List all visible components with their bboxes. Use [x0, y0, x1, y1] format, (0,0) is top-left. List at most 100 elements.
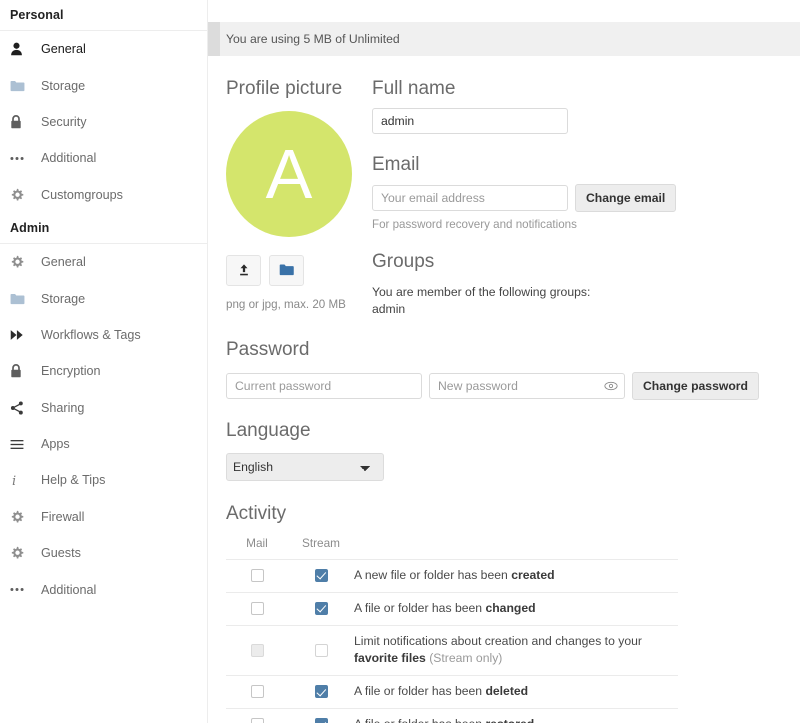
column-header-mail: Mail [226, 535, 288, 560]
activity-text-before: A new file or folder has been [354, 567, 512, 582]
current-password-input[interactable] [226, 372, 422, 399]
column-header-stream: Stream [288, 535, 354, 560]
stream-checkbox-cell [288, 559, 354, 593]
email-block: Email Change email For password recovery… [372, 154, 800, 231]
eye-icon[interactable] [604, 381, 618, 391]
mail-checkbox-cell [226, 559, 288, 593]
upload-icon [237, 263, 251, 277]
activity-section: Activity Mail Stream A new file or folde… [226, 503, 800, 723]
admin-nav-list: General Storage Workflows & Tags Encryption… [0, 244, 207, 608]
gear-icon [10, 188, 32, 202]
activity-text-bold: changed [485, 600, 536, 615]
activity-table-head: Mail Stream [226, 535, 678, 560]
sidebar-item-additional[interactable]: Additional [0, 571, 207, 607]
sidebar-item-help-tips[interactable]: i Help & Tips [0, 462, 207, 498]
sidebar-item-workflows-tags[interactable]: Workflows & Tags [0, 317, 207, 353]
activity-text-bold: deleted [485, 684, 529, 699]
mail-checkbox-cell [226, 708, 288, 723]
sidebar-item-label: General [41, 255, 86, 270]
mail-checkbox-cell [226, 592, 288, 626]
activity-text-before: A file or folder has been [354, 717, 485, 723]
password-section: Password Change password [226, 339, 800, 400]
stream-checkbox[interactable] [314, 601, 328, 615]
stream-checkbox[interactable] [314, 568, 328, 582]
email-hint: For password recovery and notifications [372, 218, 577, 231]
sidebar-item-label: Additional [41, 151, 97, 166]
profile-section: Profile picture A png or jpg, max. 20 MB… [226, 78, 800, 319]
user-icon [10, 42, 32, 56]
stream-checkbox[interactable] [314, 718, 328, 723]
stream-checkbox-cell [288, 708, 354, 723]
settings-content: You are using 5 MB of Unlimited Profile … [208, 0, 800, 723]
personal-settings-content: Profile picture A png or jpg, max. 20 MB… [208, 78, 800, 723]
avatar-hint: png or jpg, max. 20 MB [226, 297, 346, 311]
activity-table: Mail Stream A new file or folder has bee… [226, 535, 678, 723]
sidebar-item-additional[interactable]: Additional [0, 140, 207, 176]
sidebar-item-encryption[interactable]: Encryption [0, 353, 207, 389]
sidebar-item-customgroups[interactable]: Customgroups [0, 177, 207, 213]
language-section: Language English [226, 420, 800, 481]
email-input[interactable] [372, 185, 568, 211]
settings-page: Personal General Storage Security Additiona… [0, 0, 800, 723]
mail-checkbox[interactable] [250, 685, 264, 699]
new-password-input[interactable] [429, 372, 625, 399]
svg-text:i: i [12, 474, 16, 487]
sidebar-item-label: Customgroups [41, 187, 123, 202]
upload-avatar-button[interactable] [226, 254, 261, 286]
sidebar-item-label: Storage [41, 78, 86, 93]
sidebar-item-label: Help & Tips [41, 473, 106, 488]
activity-row: A file or folder has been deleted [226, 675, 678, 709]
stream-checkbox[interactable] [314, 685, 328, 699]
activity-text-bold: restored [485, 717, 534, 723]
activity-description: Limit notifications about creation and c… [354, 625, 678, 676]
avatar[interactable]: A [226, 110, 352, 237]
activity-row: A file or folder has been changed [226, 592, 678, 626]
sidebar-item-sharing[interactable]: Sharing [0, 390, 207, 426]
nav-caption-admin: Admin [0, 213, 207, 244]
select-from-files-button[interactable] [269, 254, 304, 286]
mail-checkbox[interactable] [250, 568, 264, 582]
sidebar-item-label: General [41, 42, 86, 57]
sidebar-item-guests[interactable]: Guests [0, 535, 207, 571]
mail-checkbox[interactable] [250, 718, 264, 723]
groups-description: You are member of the following groups: [372, 284, 591, 299]
lock-icon [10, 115, 32, 129]
sidebar-item-general[interactable]: General [0, 31, 207, 67]
fullname-input[interactable] [372, 108, 568, 134]
fast-forward-icon [10, 329, 32, 341]
ellipsis-icon [10, 587, 32, 592]
activity-table-body: A new file or folder has been created A f… [226, 559, 678, 723]
mail-checkbox[interactable] [250, 601, 264, 615]
stream-checkbox-cell [288, 592, 354, 626]
groups-heading: Groups [372, 251, 435, 272]
sidebar-item-storage[interactable]: Storage [0, 280, 207, 316]
folder-icon [10, 80, 32, 92]
avatar-actions [226, 254, 372, 286]
mail-checkbox-cell [226, 675, 288, 709]
personal-nav-list: General Storage Security Additional Customgr… [0, 31, 207, 213]
sidebar-item-apps[interactable]: Apps [0, 426, 207, 462]
sidebar-item-label: Additional [41, 582, 97, 597]
activity-description: A file or folder has been deleted [354, 675, 678, 709]
activity-row: A file or folder has been restored [226, 708, 678, 723]
sidebar-item-label: Sharing [41, 400, 85, 415]
activity-header-row: Mail Stream [226, 535, 678, 560]
groups-block: Groups You are member of the following g… [372, 251, 800, 319]
sidebar-item-storage[interactable]: Storage [0, 67, 207, 103]
language-select[interactable]: English [226, 452, 384, 481]
quota-progress-bar: You are using 5 MB of Unlimited [208, 22, 800, 56]
activity-heading: Activity [226, 502, 287, 524]
sidebar-item-security[interactable]: Security [0, 104, 207, 140]
sidebar-item-general[interactable]: General [0, 244, 207, 280]
menu-icon [10, 439, 32, 450]
change-email-button[interactable]: Change email [575, 184, 677, 212]
profile-picture-heading: Profile picture [226, 78, 343, 99]
change-password-button[interactable]: Change password [632, 371, 759, 400]
sidebar-item-firewall[interactable]: Firewall [0, 499, 207, 535]
info-icon: i [10, 473, 32, 487]
ellipsis-icon [10, 156, 32, 161]
activity-text-before: A file or folder has been [354, 600, 486, 615]
activity-description: A file or folder has been changed [354, 592, 678, 626]
groups-list: admin [372, 302, 406, 317]
avatar-initial: A [265, 134, 313, 213]
